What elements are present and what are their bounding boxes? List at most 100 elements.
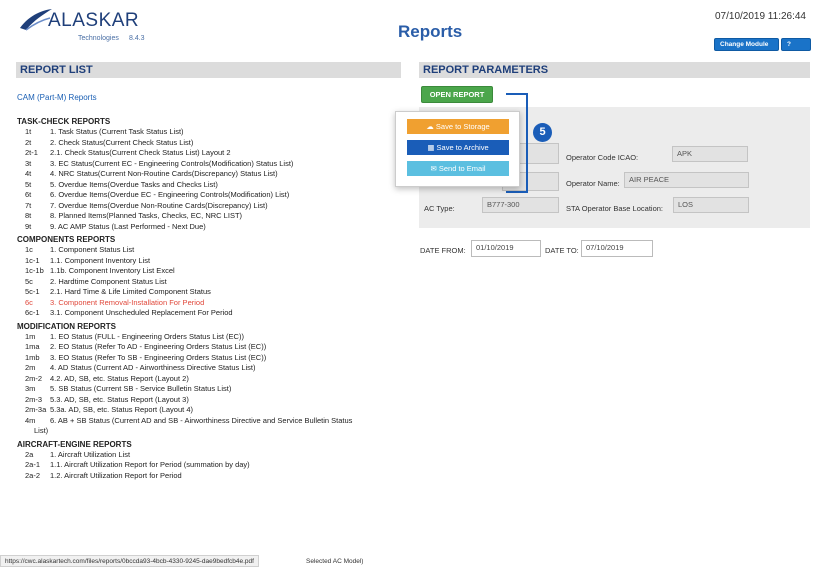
report-item[interactable]: 1t 1. Task Status (Current Task Status Li… — [17, 127, 402, 138]
save-to-storage-button[interactable]: ☁ Save to Storage — [407, 119, 509, 134]
report-item[interactable]: 1c-1b 1.1b. Component Inventory List Exce… — [17, 266, 402, 277]
report-code: 1c-1b — [25, 266, 44, 275]
open-report-button[interactable]: OPEN REPORT — [421, 86, 493, 103]
report-item[interactable]: 4t 4. NRC Status(Current Non-Routine Card… — [17, 169, 402, 180]
category-link[interactable]: CAM (Part-M) Reports — [17, 93, 97, 102]
save-to-archive-label: Save to Archive — [436, 143, 489, 152]
help-label: Help — [787, 52, 802, 59]
report-item[interactable]: 1c-1 1.1. Component Inventory List — [17, 256, 402, 267]
report-label: 1.1b. Component Inventory List Excel — [50, 266, 175, 275]
report-label: 1. Task Status (Current Task Status List… — [50, 127, 184, 136]
report-label: 3. Component Removal-Installation For Pe… — [50, 297, 205, 307]
logo-subtitle: Technologies — [78, 35, 119, 42]
report-item[interactable]: 2m-3 5.3. AD, SB, etc. Status Report (Lay… — [17, 395, 402, 406]
datetime-display: 07/10/2019 11:26:44 — [714, 11, 806, 22]
ac-type-field[interactable]: B777-300 — [482, 197, 559, 213]
report-item[interactable]: 2a 1. Aircraft Utilization List — [17, 450, 402, 461]
report-item[interactable]: 1m 1. EO Status (FULL - Engineering Order… — [17, 332, 402, 343]
report-item[interactable]: 4m 6. AB + SB Status (Current AD and SB -… — [17, 416, 402, 437]
report-code: 3t — [25, 158, 32, 168]
date-from-label: DATE FROM: — [420, 246, 466, 255]
report-label: 2. Hardtime Component Status List — [50, 276, 167, 286]
report-code: 1ma — [25, 342, 40, 351]
report-item[interactable]: 6t 6. Overdue Items(Overdue EC - Engineer… — [17, 190, 402, 201]
report-item[interactable]: 8t 8. Planned Items(Planned Tasks, Checks… — [17, 211, 402, 222]
report-label: 5. Overdue Items(Overdue Tasks and Check… — [50, 179, 218, 189]
report-code: 2m — [25, 363, 36, 372]
status-bar-tail: Selected AC Model) — [306, 558, 364, 565]
archive-icon: ▦ — [427, 143, 435, 152]
report-code: 2t-1 — [25, 148, 38, 157]
report-code: 6c-1 — [25, 308, 40, 317]
report-code: 2m-2 — [25, 373, 43, 383]
report-label: 4. NRC Status(Current Non-Routine Cards(… — [50, 169, 278, 178]
report-item[interactable]: 2t 2. Check Status(Current Check Status L… — [17, 138, 402, 149]
report-item[interactable]: 2t-1 2.1. Check Status(Current Check Stat… — [17, 148, 402, 159]
report-label: 2. EO Status (Refer To AD - Engineering … — [50, 342, 267, 351]
report-code: 5t — [25, 179, 32, 189]
date-from-input[interactable]: 01/10/2019 — [471, 240, 541, 257]
date-to-input[interactable]: 07/10/2019 — [581, 240, 653, 257]
report-item[interactable]: 3t 3. EC Status(Current EC - Engineering … — [17, 159, 402, 170]
report-label: 1. Aircraft Utilization List — [50, 449, 131, 459]
alaskar-logo: ALASKAR Technologies 8.4.3 — [18, 8, 145, 48]
report-item[interactable]: 6c 3. Component Removal-Installation For … — [17, 298, 402, 309]
report-label: 4.2. AD, SB, etc. Status Report (Layout … — [50, 373, 189, 383]
report-code: 3m — [25, 384, 36, 393]
report-group: AIRCRAFT-ENGINE REPORTS 2a 1. Aircraft Uti… — [17, 440, 402, 482]
report-code: 2a-2 — [25, 470, 41, 480]
report-item[interactable]: 2a-1 1.1. Aircraft Utilization Report for… — [17, 460, 402, 471]
report-item[interactable]: 2m-3a 5.3a. AD, SB, etc. Status Report (L… — [17, 405, 402, 416]
report-item[interactable]: 6c-1 3.1. Component Unscheduled Replaceme… — [17, 308, 402, 319]
report-group: MODIFICATION REPORTS 1m 1. EO Status (FULL… — [17, 322, 402, 437]
report-item[interactable]: 7t 7. Overdue Items(Overdue Non-Routine C… — [17, 201, 402, 212]
report-code: 2a — [25, 449, 34, 459]
report-label: 1. Component Status List — [50, 245, 135, 254]
envelope-icon: ✉ — [430, 164, 437, 173]
report-item[interactable]: 5c-1 2.1. Hard Time & Life Limited Compon… — [17, 287, 402, 298]
report-item[interactable]: 1mb 3. EO Status (Refer To SB - Engineeri… — [17, 353, 402, 364]
report-item[interactable]: 1c 1. Component Status List — [17, 245, 402, 256]
report-parameters-header: REPORT PARAMETERS — [419, 62, 810, 78]
report-label: 3.1. Component Unscheduled Replacement F… — [50, 308, 233, 317]
report-group-title: MODIFICATION REPORTS — [17, 321, 116, 331]
report-item[interactable]: 3m 5. SB Status (Current SB - Service Bul… — [17, 384, 402, 395]
report-label: 1.2. Aircraft Utilization Report for Per… — [50, 470, 182, 480]
report-label: 2.1. Check Status(Current Check Status L… — [50, 148, 231, 157]
report-item[interactable]: 9t 9. AC AMP Status (Last Performed - Nex… — [17, 222, 402, 233]
report-group: COMPONENTS REPORTS 1c 1. Component Status … — [17, 235, 402, 319]
send-to-email-button[interactable]: ✉ Send to Email — [407, 161, 509, 176]
report-list-header: REPORT LIST — [16, 62, 401, 78]
date-to-label: DATE TO: — [545, 246, 579, 255]
save-to-archive-button[interactable]: ▦ Save to Archive — [407, 140, 509, 155]
report-label: 1.1. Component Inventory List — [50, 255, 151, 265]
report-label: 5.3a. AD, SB, etc. Status Report (Layout… — [50, 405, 193, 414]
change-module-button[interactable]: Change Module — [714, 38, 779, 51]
report-code: 5c — [25, 276, 33, 286]
sta-base-field[interactable]: LOS — [673, 197, 749, 213]
report-item[interactable]: 2m 4. AD Status (Current AD - Airworthine… — [17, 363, 402, 374]
report-code: 1c-1 — [25, 255, 40, 265]
report-label: 2. Check Status(Current Check Status Lis… — [50, 137, 194, 147]
report-code: 5c-1 — [25, 287, 40, 296]
report-item[interactable]: 2m-2 4.2. AD, SB, etc. Status Report (Lay… — [17, 374, 402, 385]
ac-type-label: AC Type: — [424, 204, 455, 213]
report-item[interactable]: 2a-2 1.2. Aircraft Utilization Report for… — [17, 471, 402, 482]
report-label: 6. AB + SB Status (Current AD and SB - A… — [50, 415, 353, 425]
report-label: 7. Overdue Items(Overdue Non-Routine Car… — [50, 200, 268, 210]
report-label: 8. Planned Items(Planned Tasks, Checks, … — [50, 211, 243, 220]
report-label: 5.3. AD, SB, etc. Status Report (Layout … — [50, 394, 189, 404]
help-button[interactable]: ? Help — [781, 38, 811, 59]
cloud-upload-icon: ☁ — [426, 122, 434, 131]
report-group-title: COMPONENTS REPORTS — [17, 235, 116, 244]
report-code: 6c — [25, 297, 33, 307]
operator-name-field[interactable]: AIR PEACE — [624, 172, 749, 188]
operator-name-label: Operator Name: — [566, 179, 620, 188]
report-label-continued: List) — [34, 426, 49, 435]
save-to-storage-label: Save to Storage — [435, 122, 490, 131]
report-item[interactable]: 5t 5. Overdue Items(Overdue Tasks and Che… — [17, 180, 402, 191]
operator-icao-field[interactable]: APK — [672, 146, 748, 162]
report-item[interactable]: 5c 2. Hardtime Component Status List — [17, 277, 402, 288]
logo-text: ALASKAR — [48, 10, 140, 31]
report-item[interactable]: 1ma 2. EO Status (Refer To AD - Engineeri… — [17, 342, 402, 353]
